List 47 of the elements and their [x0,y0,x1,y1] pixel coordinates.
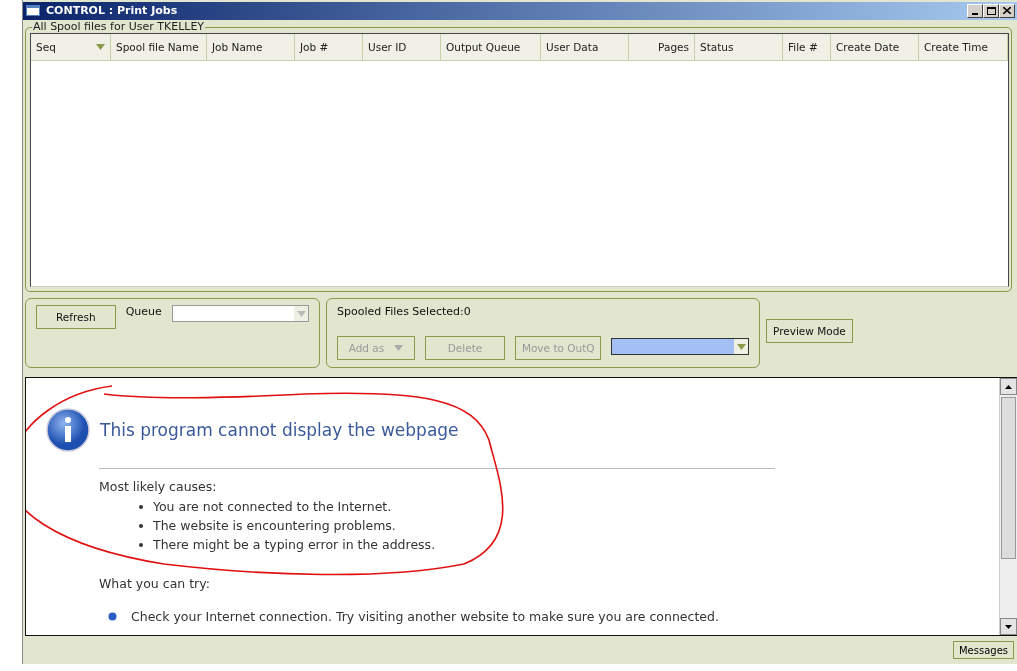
column-header[interactable]: User ID [363,33,441,60]
column-header[interactable]: File # [783,33,831,60]
close-icon [1003,7,1011,15]
maximize-icon [986,6,996,15]
info-icon [46,408,90,453]
column-header[interactable]: Output Queue [441,33,541,60]
column-header[interactable]: Create Time [919,33,1008,60]
cause-item: There might be a typing error in the address. [153,536,436,555]
preview-mode-button[interactable]: Preview Mode [766,319,853,344]
dropdown-arrow-icon [736,343,746,350]
column-header[interactable]: Status [695,33,783,60]
bullet-icon [139,523,143,528]
bullet-icon [108,612,117,622]
bullet-icon [139,542,143,547]
error-heading: This program cannot display the webpage [100,420,459,441]
scroll-up-button[interactable] [1000,378,1017,396]
suggestion-item: Check your Internet connection. Try visiting another website to make sure you are connected. [131,608,719,627]
up-arrow-icon [1005,384,1012,389]
queue-dropdown[interactable] [171,305,309,323]
window-title: CONTROL : Print Jobs [46,4,179,18]
cause-item: The website is encountering problems. [153,517,396,536]
column-header[interactable]: Job Name [207,33,295,60]
scroll-down-button[interactable] [1000,618,1017,635]
column-header[interactable]: Pages [629,33,695,60]
cause-item: You are not connected to the Internet. [153,498,392,517]
bullet-icon [139,504,143,509]
column-header[interactable]: Job # [295,33,363,60]
down-arrow-icon [1005,624,1012,629]
maximize-button[interactable] [983,3,999,18]
messages-button[interactable]: Messages [952,641,1014,659]
scrollbar-thumb[interactable] [1001,397,1016,560]
column-header[interactable]: Create Date [831,33,919,60]
selected-count: Spooled Files Selected:0 [337,305,471,319]
causes-heading: Most likely causes: [99,479,218,495]
column-header[interactable]: Seq [31,33,111,60]
minimize-button[interactable] [967,3,983,18]
try-heading: What you can try: [99,576,211,592]
close-button[interactable] [999,3,1015,18]
refresh-button[interactable]: Refresh [36,305,116,330]
minimize-icon [972,12,978,15]
outq-dropdown[interactable] [611,338,749,356]
dropdown-arrow-icon [96,43,105,50]
queue-label: Queue [125,305,162,321]
dropdown-arrow-icon [296,310,306,317]
column-header[interactable]: User Data [541,33,629,60]
column-header[interactable]: Spool file Name [111,33,207,60]
window-icon [26,5,40,17]
